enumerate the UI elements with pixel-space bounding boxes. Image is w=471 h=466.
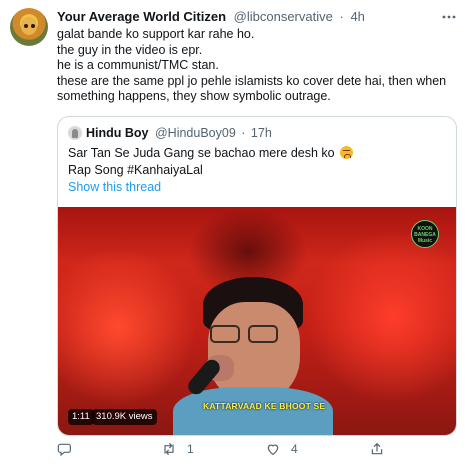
quoted-tweet[interactable]: Hindu Boy @HinduBoy09 · 17h Sar Tan Se J… <box>57 116 457 436</box>
tweet[interactable]: Your Average World Citizen @libconservat… <box>0 0 471 466</box>
tweet-text: galat bande ko support kar rahe ho. the … <box>57 27 457 105</box>
quoted-line: Sar Tan Se Juda Gang se bachao mere desh… <box>68 146 335 160</box>
more-icon[interactable] <box>441 9 457 28</box>
quoted-tweet-time: 17h <box>250 126 272 140</box>
show-thread-link[interactable]: Show this thread <box>68 180 161 194</box>
share-icon <box>371 443 383 455</box>
quoted-tweet-header: Hindu Boy @HinduBoy09 · 17h <box>86 126 272 141</box>
persevering-face-emoji-icon <box>340 146 354 159</box>
tweet-line: these are the same ppl jo pehle islamist… <box>57 73 447 88</box>
video-player[interactable]: KOON BANEGA Music KATTARVAAD KE BHOOT SE… <box>58 207 456 435</box>
tweet-line: galat bande ko support kar rahe ho. <box>57 27 255 41</box>
tweet-line: something happens, they show symbolic ou… <box>57 89 331 103</box>
reply-icon <box>57 443 71 457</box>
separator-dot: · <box>339 9 344 24</box>
quoted-author-avatar <box>68 126 82 140</box>
retweet-count: 1 <box>187 442 194 456</box>
video-duration: 1:11 <box>68 409 94 425</box>
like-count: 4 <box>291 442 298 456</box>
quoted-author-name: Hindu Boy <box>86 126 149 140</box>
tweet-line: he is a communist/TMC stan. <box>57 58 219 72</box>
like-icon <box>267 444 279 455</box>
share-button[interactable] <box>369 441 395 457</box>
author-handle[interactable]: @libconservative <box>234 9 333 24</box>
channel-logo: KOON BANEGA Music <box>411 220 439 248</box>
separator-dot: · <box>241 126 246 140</box>
like-button[interactable]: 4 <box>265 441 298 457</box>
author-avatar[interactable] <box>10 8 48 46</box>
retweet-button[interactable]: 1 <box>161 441 194 457</box>
author-name[interactable]: Your Average World Citizen <box>57 9 226 24</box>
tweet-actions: 1 4 <box>57 441 457 461</box>
retweet-icon <box>164 443 174 455</box>
video-caption: KATTARVAAD KE BHOOT SE <box>203 401 326 411</box>
quoted-author-handle: @HinduBoy09 <box>154 126 236 140</box>
quoted-tweet-text: Sar Tan Se Juda Gang se bachao mere desh… <box>68 145 354 178</box>
video-views: 310.9K views <box>92 409 157 425</box>
tweet-line: the guy in the video is epr. <box>57 42 203 57</box>
quoted-line-prefix: Rap Song <box>68 162 128 177</box>
hashtag-link[interactable]: #KanhaiyaLal <box>127 163 203 177</box>
tweet-header: Your Average World Citizen @libconservat… <box>57 9 365 25</box>
reply-button[interactable] <box>57 441 83 457</box>
tweet-time[interactable]: 4h <box>350 9 364 24</box>
